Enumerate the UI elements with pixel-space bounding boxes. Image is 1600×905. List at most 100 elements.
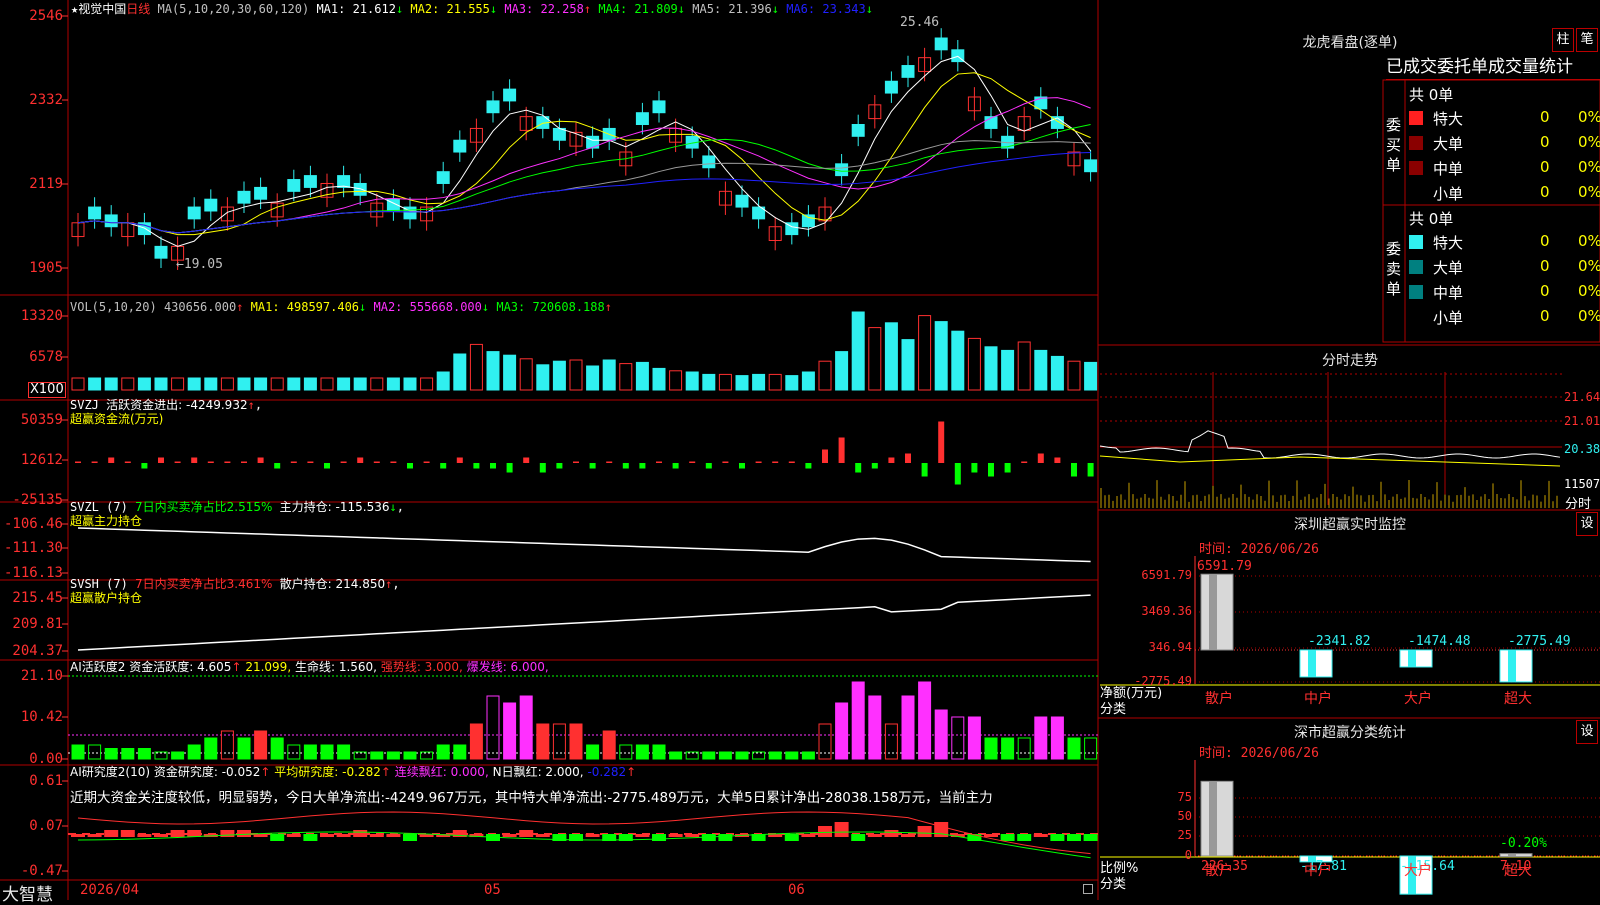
fund-flow-bar-55 [988,463,994,477]
svzj-tick-0: 50359 [20,412,63,428]
activity-bar-49 [884,723,898,760]
svzl-suffix: , [396,500,404,514]
ma-value-arrow-5: ↓ [865,2,873,16]
sell-side-char-1: 卖 [1386,260,1402,278]
fund-flow-bar-10 [241,461,247,463]
activity-bar-28 [536,723,550,760]
sz-monitor-category-0: 散户 [1205,691,1233,707]
volume-bar-39 [718,373,732,391]
candle-body-14 [303,175,317,188]
svsh-suffix: , [392,577,400,591]
tab-orders[interactable]: 委托单 [1437,57,1488,77]
fund-flow-bar-8 [207,461,214,463]
sell-swatch-1 [1409,260,1423,274]
fund-flow-bar-28 [539,463,546,473]
svzj-suffix: , [254,398,263,412]
sz-monitor-value-1: -2341.82 [1308,634,1371,649]
fund-flow-bar-58 [1037,453,1044,463]
fund-flow-bar-27 [523,457,530,463]
candle-body-46 [835,163,849,177]
volume-bar-24 [469,343,483,391]
tab-traded[interactable]: 已成交 [1386,57,1437,77]
activity-bar-61 [1084,737,1098,760]
ma-value-2: MA3: 22.258 [504,2,584,16]
ai2-label: AI活跃度2 [70,660,126,674]
candle-body-40 [735,194,749,208]
research-bar-15 [320,834,334,837]
research-bar-35 [652,834,666,841]
ai-res-value-4: -0.282 [587,765,627,779]
research-bar-45 [818,826,832,837]
fund-flow-bar-2 [108,457,115,463]
volume-bar-31 [586,365,600,391]
fund-flow-bar-3 [124,461,131,463]
volume-bar-37 [685,371,699,391]
candle-body-25 [486,100,500,114]
scroll-lock-icon[interactable] [1083,884,1093,894]
period-label[interactable]: 日线 [126,2,150,16]
activity-bar-6 [171,751,185,760]
activity-bar-52 [934,709,948,760]
activity-bar-2 [104,748,118,760]
research-bar-48 [867,834,882,837]
volume-bar-48 [868,327,882,391]
fenshi-tick-2: 20.38 [1564,442,1600,456]
activity-bar-41 [752,751,766,760]
svzl-sub: 超赢主力持仓 [70,514,143,528]
sz-stats-settings-button[interactable]: 设 [1576,720,1598,744]
fund-flow-bar-13 [290,461,297,463]
date-axis-june: 06 [788,882,805,898]
ai-res-value-arrow-1: ↑ [380,765,391,779]
buy-total: 共 0单 [1409,86,1454,104]
activity-bar-29 [552,723,566,760]
volume-bar-5 [154,377,168,391]
sell-side-char-0: 委 [1386,240,1402,258]
candle-body-7 [187,206,201,220]
candle-body-17 [353,182,367,196]
sz-monitor-settings-button[interactable]: 设 [1576,512,1598,536]
vol-value-1: MA1: 498597.406 [250,300,360,314]
research-bar-2 [104,830,119,837]
ma-line-2 [77,97,1091,234]
volume-bar-11 [254,377,268,391]
fund-flow-bar-34 [639,463,646,469]
ai2-tick-1: 10.42 [20,709,63,725]
candle-body-11 [254,186,268,200]
activity-bar-35 [652,744,666,760]
bar-mode-button[interactable]: 柱 [1552,28,1574,52]
fund-flow-bar-48 [871,463,878,469]
candle-body-23 [453,139,467,153]
tick-mode-button[interactable]: 笔 [1576,28,1598,52]
activity-bar-14 [303,744,317,760]
vol-unit[interactable]: X100 [28,382,66,398]
ai-research-label: AI研究度2(10) [70,765,151,779]
fund-flow-bar-24 [473,463,480,469]
sell-value-1: 0 [1540,257,1550,275]
volume-bar-32 [602,359,616,391]
vol-label: VOL(5,10,20) [70,300,157,314]
research-bar-3 [120,830,135,837]
activity-bar-59 [1050,716,1064,760]
fund-flow-bar-37 [689,461,696,463]
fund-flow-bar-54 [971,463,978,473]
vol-header: VOL(5,10,20) 430656.000↑ MA1: 498597.406… [70,300,612,314]
buy-swatch-0 [1409,111,1423,125]
tab-volume-stats[interactable]: 成交量统计 [1488,57,1573,77]
fund-flow-bar-36 [672,463,679,469]
sell-pct-1: 0% [1578,257,1600,275]
main-header: ★视觉中国日线 MA(5,10,20,30,60,120) MA1: 21.61… [71,2,873,16]
vol-tick-1: 6578 [29,349,63,365]
ma-value-arrow-1: ↓ [489,2,498,16]
buy-side-char-0: 委 [1386,116,1402,134]
research-bar-0 [71,834,85,837]
volume-bar-29 [552,360,566,391]
volume-bar-23 [453,353,467,391]
ai-res-value-3: N日飘红: 2.000, [492,765,584,779]
ai-res-value-arrow-0: ↑ [260,765,271,779]
sz-monitor-title: 深圳超赢实时监控 [1294,517,1406,533]
volume-bar-1 [88,377,102,391]
main-tick-1: 2332 [29,92,63,108]
sell-pct-3: 0% [1578,307,1600,325]
volume-bar-40 [735,375,749,391]
ma-value-0: MA1: 21.612 [316,2,396,16]
